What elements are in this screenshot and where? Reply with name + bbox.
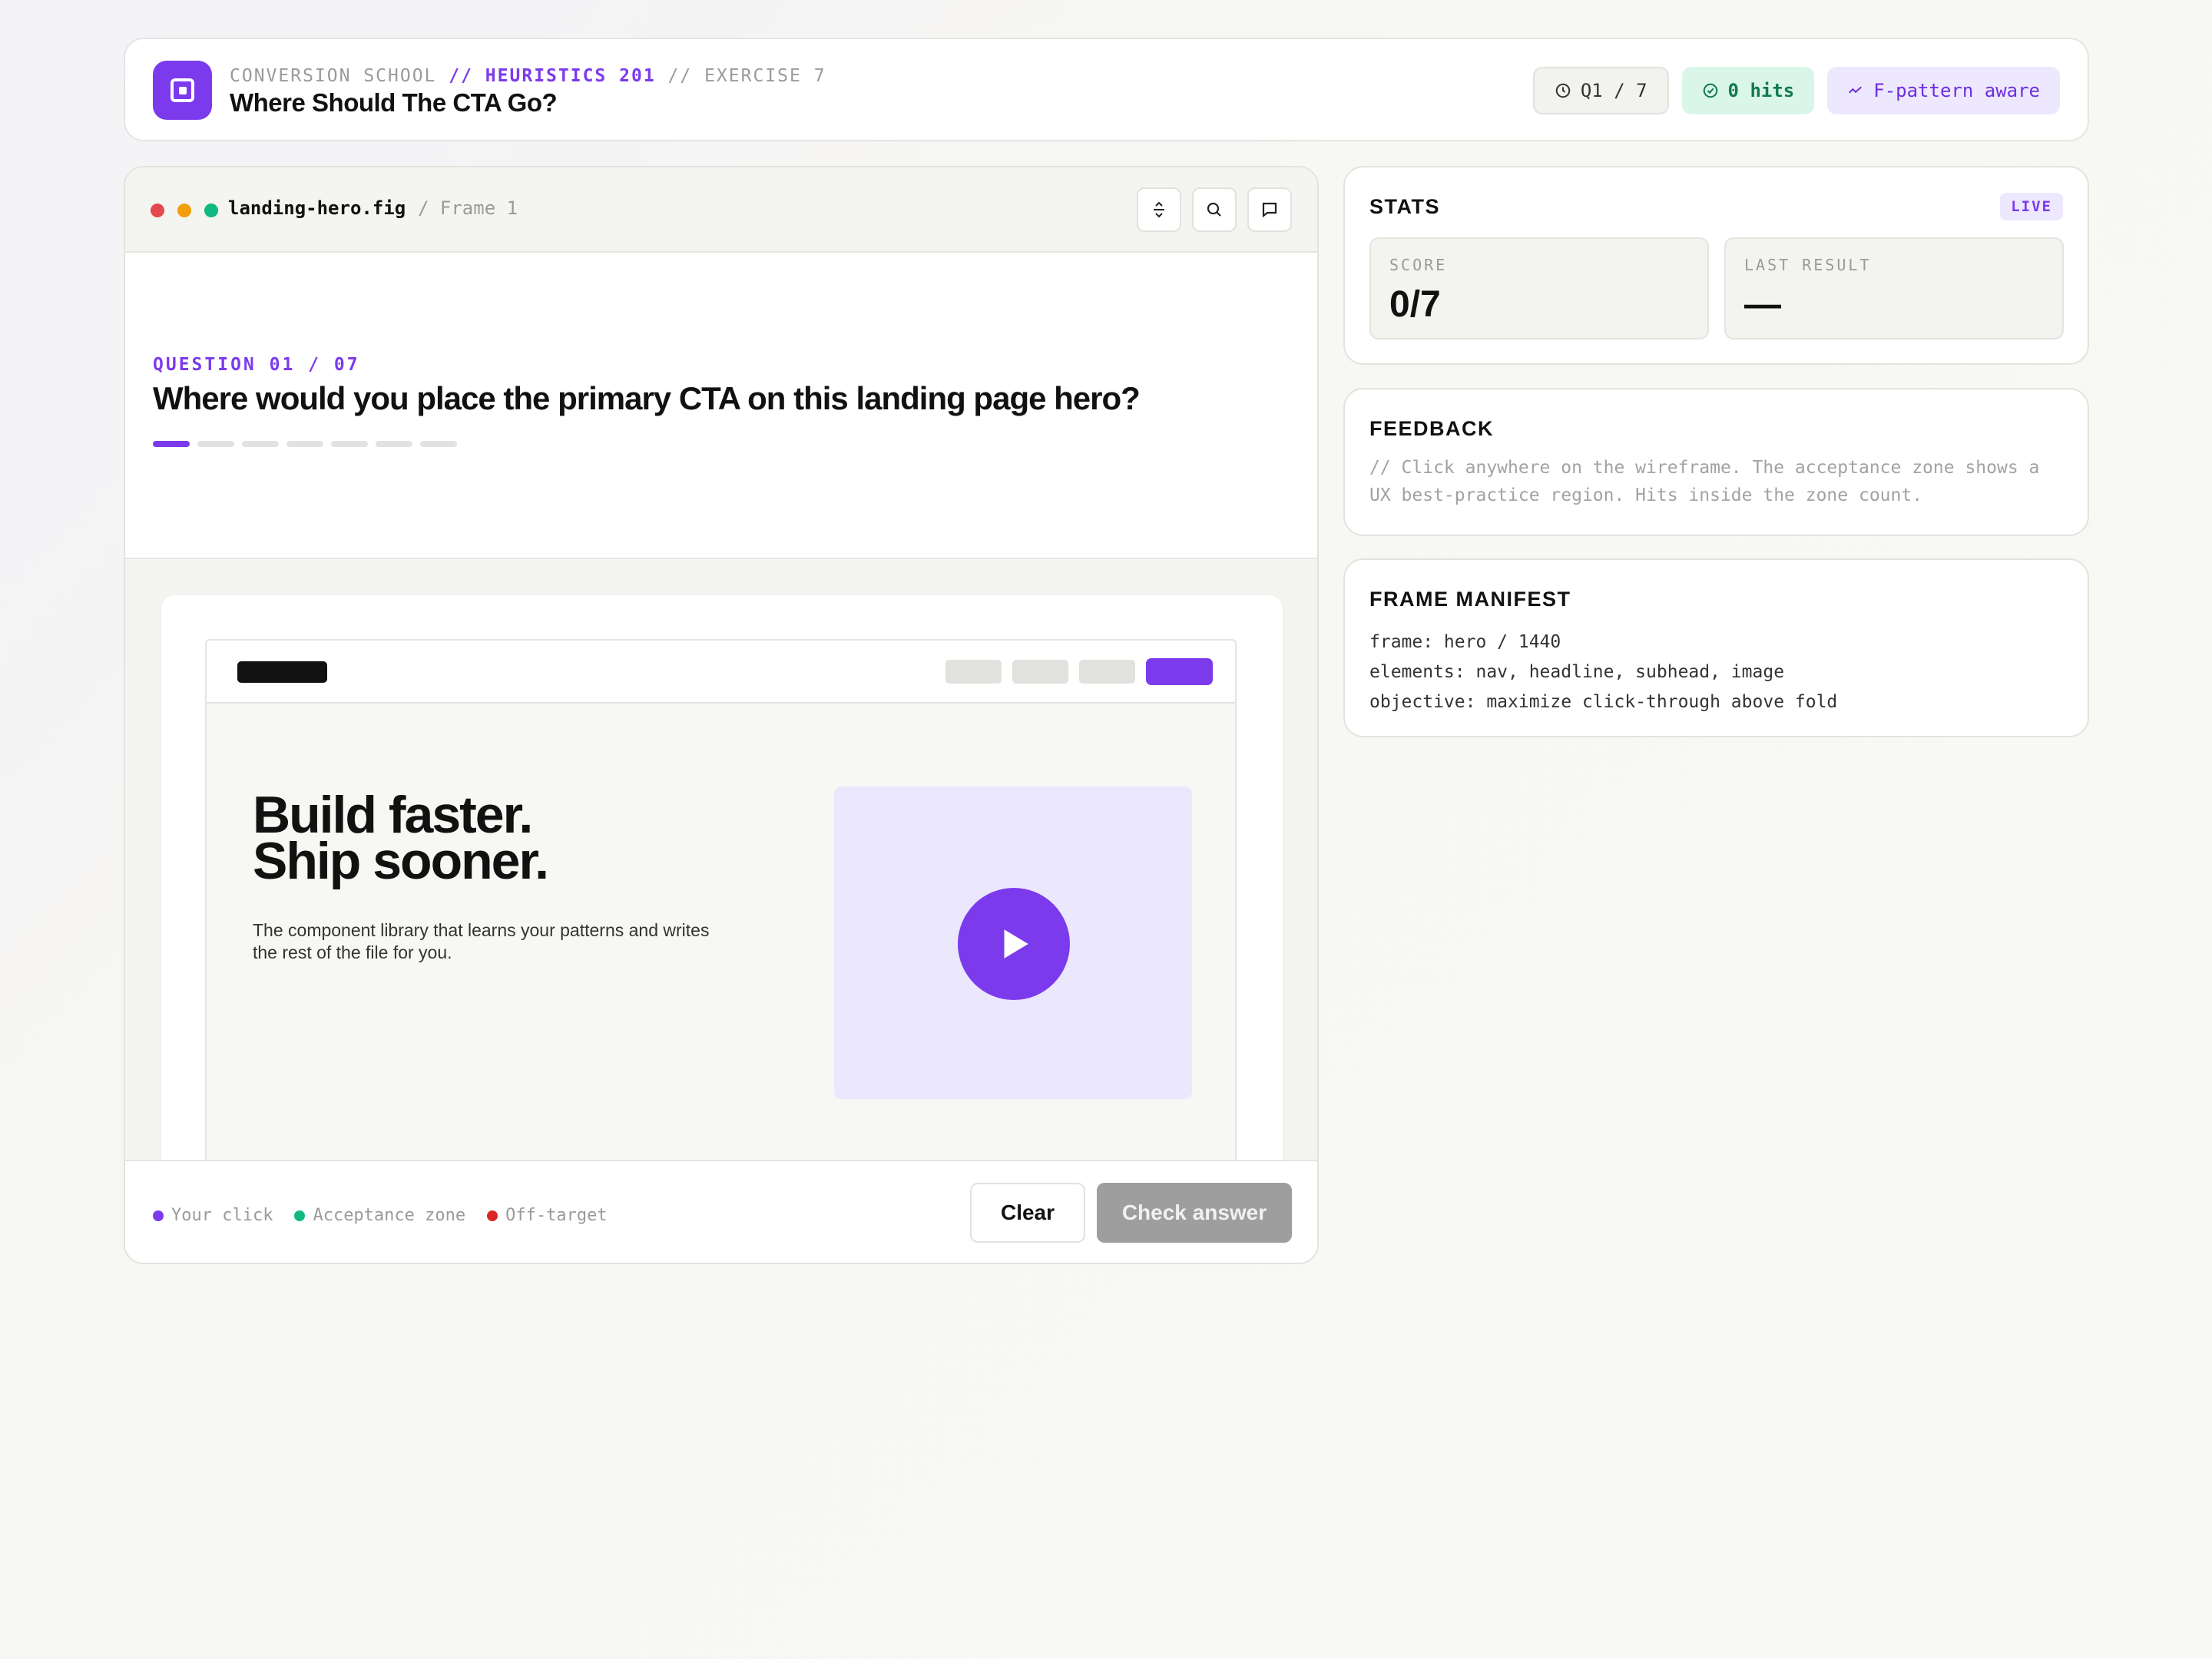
- wireframe-headline[interactable]: Build faster. Ship sooner.: [253, 786, 549, 890]
- frame-name: / Frame 1: [418, 197, 518, 219]
- score-box: SCORE 0/7: [1369, 237, 1709, 339]
- wireframe-nav-link[interactable]: [945, 660, 1002, 684]
- stats-title: STATS: [1369, 195, 1440, 218]
- manifest-title: FRAME MANIFEST: [1369, 588, 1571, 611]
- headline-line-1: Build faster.: [253, 786, 533, 844]
- progress-segment: [153, 441, 190, 447]
- search-icon: [1207, 202, 1221, 217]
- f-pattern-chip[interactable]: F-pattern aware: [1827, 67, 2060, 114]
- window-dot-green: [204, 204, 218, 217]
- check-circle-icon: [1703, 83, 1717, 98]
- question-label: QUESTION 01 / 07: [153, 355, 360, 375]
- feedback-card: FEEDBACK // Click anywhere on the wirefr…: [1343, 388, 2089, 536]
- legend-acceptance-zone-label: Acceptance zone: [313, 1206, 466, 1225]
- window-dot-yellow: [177, 204, 191, 217]
- breadcrumb-course[interactable]: // HEURISTICS 201: [449, 66, 655, 86]
- manifest-lines: frame: hero / 1440 elements: nav, headli…: [1369, 628, 1837, 717]
- breadcrumb: CONVERSION SCHOOL // HEURISTICS 201 // E…: [230, 66, 826, 86]
- last-result-value: —: [1744, 284, 1781, 325]
- progress-segment: [331, 441, 368, 447]
- wireframe-nav[interactable]: [207, 641, 1235, 704]
- score-value: 0/7: [1389, 284, 1441, 325]
- manifest-line: elements: nav, headline, subhead, image: [1369, 662, 1785, 682]
- hits-chip: 0 hits: [1681, 67, 1815, 114]
- question-counter-chip: Q1 / 7: [1532, 67, 1669, 114]
- progress-segment: [197, 441, 234, 447]
- clock-icon: [1555, 83, 1571, 98]
- legend-your-click: Your click: [153, 1206, 273, 1225]
- manifest-line: objective: maximize click-through above …: [1369, 692, 1838, 712]
- legend-dot-purple: [153, 1210, 164, 1221]
- play-icon: [1004, 929, 1028, 959]
- legend-dot-green: [294, 1210, 306, 1221]
- page-title: Where Should The CTA Go?: [230, 88, 558, 117]
- progress-segment: [286, 441, 323, 447]
- hits-text: 0 hits: [1727, 80, 1795, 101]
- legend-off-target: Off-target: [487, 1206, 608, 1225]
- frame-manifest-card: FRAME MANIFEST frame: hero / 1440 elemen…: [1343, 558, 2089, 737]
- canvas-panel: landing-hero.fig / Frame 1 QUESTION 01 /…: [124, 166, 1319, 1264]
- legend-dot-red: [487, 1210, 498, 1221]
- stats-card: STATS LIVE SCORE 0/7 LAST RESULT —: [1343, 166, 2089, 365]
- trend-icon: [1849, 86, 1863, 94]
- wireframe-nav-links: [945, 658, 1213, 685]
- live-badge: LIVE: [2000, 193, 2063, 220]
- wireframe-subhead[interactable]: The component library that learns your p…: [253, 919, 714, 964]
- manifest-line: frame: hero / 1440: [1369, 632, 1561, 652]
- wireframe-nav-link[interactable]: [1079, 660, 1135, 684]
- last-result-label: LAST RESULT: [1744, 256, 1872, 274]
- file-name: landing-hero.fig: [228, 197, 406, 219]
- app-logo: [153, 61, 212, 120]
- canvas-toolbar: landing-hero.fig / Frame 1: [125, 167, 1317, 253]
- score-label: SCORE: [1389, 256, 1448, 274]
- check-answer-button[interactable]: Check answer: [1097, 1183, 1292, 1243]
- legend: Your click Acceptance zone Off-target: [153, 1206, 608, 1225]
- window-dot-red: [151, 204, 164, 217]
- wireframe-nav-link[interactable]: [1012, 660, 1068, 684]
- comment-icon: [1262, 202, 1277, 218]
- vertical-arrows-icon: [1154, 201, 1164, 218]
- window-dots: [151, 204, 218, 217]
- question-text: Where would you place the primary CTA on…: [153, 380, 1141, 416]
- play-button[interactable]: [958, 888, 1070, 1000]
- wireframe-hero-image[interactable]: [834, 786, 1192, 1099]
- landing-page-wireframe[interactable]: Build faster. Ship sooner. The component…: [205, 639, 1237, 1245]
- comment-button[interactable]: [1247, 187, 1292, 232]
- f-pattern-text: F-pattern aware: [1873, 80, 2040, 101]
- breadcrumb-school[interactable]: CONVERSION SCHOOL: [230, 66, 436, 86]
- question-progress: [153, 441, 457, 447]
- square-dot-icon: [171, 78, 194, 102]
- legend-your-click-label: Your click: [171, 1206, 273, 1225]
- headline-line-2: Ship sooner.: [253, 832, 549, 890]
- progress-segment: [242, 441, 279, 447]
- progress-segment: [376, 441, 412, 447]
- collapse-button[interactable]: [1137, 187, 1181, 232]
- legend-acceptance-zone: Acceptance zone: [294, 1206, 465, 1225]
- legend-off-target-label: Off-target: [505, 1206, 608, 1225]
- wireframe-nav-cta[interactable]: [1146, 658, 1213, 685]
- search-button[interactable]: [1192, 187, 1237, 232]
- progress-segment: [420, 441, 457, 447]
- last-result-box: LAST RESULT —: [1724, 237, 2064, 339]
- legend-bar: Your click Acceptance zone Off-target Cl…: [125, 1160, 1317, 1263]
- question-counter-text: Q1 / 7: [1580, 80, 1647, 101]
- header-chips: Q1 / 7 0 hits F-pattern aware: [1532, 67, 2060, 114]
- wireframe-logo[interactable]: [237, 661, 327, 683]
- feedback-title: FEEDBACK: [1369, 417, 1495, 440]
- toolbar-buttons: [1137, 187, 1292, 232]
- app-header: CONVERSION SCHOOL // HEURISTICS 201 // E…: [124, 38, 2089, 141]
- breadcrumb-exercise: // EXERCISE 7: [667, 66, 826, 86]
- feedback-text: // Click anywhere on the wireframe. The …: [1369, 458, 2040, 505]
- clear-button[interactable]: Clear: [970, 1183, 1085, 1243]
